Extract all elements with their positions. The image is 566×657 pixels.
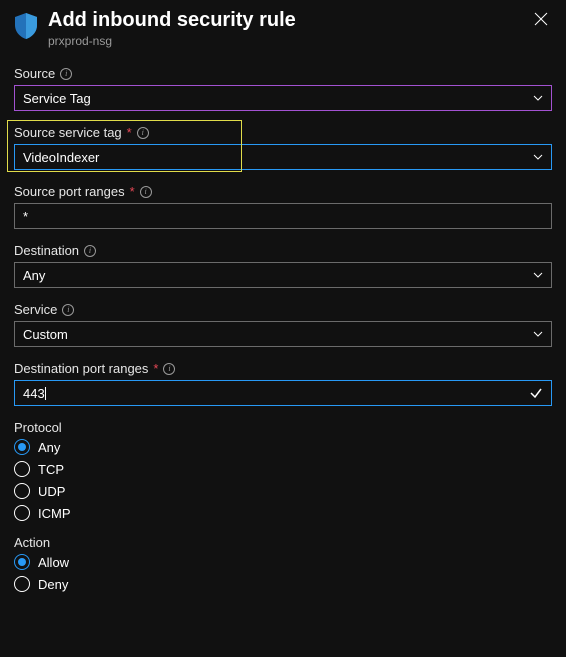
info-icon[interactable]: i <box>140 186 152 198</box>
label-service: Service <box>14 302 57 317</box>
chevron-down-icon <box>533 93 543 103</box>
source-ports-input[interactable]: * <box>14 203 552 229</box>
action-option-allow[interactable]: Allow <box>14 554 552 570</box>
source-ports-value: * <box>23 209 28 224</box>
radio-label: Any <box>38 440 60 455</box>
checkmark-icon <box>529 386 543 400</box>
radio-icon <box>14 505 30 521</box>
radio-label: UDP <box>38 484 65 499</box>
service-tag-select[interactable]: VideoIndexer <box>14 144 552 170</box>
close-button[interactable] <box>530 8 552 35</box>
radio-icon <box>14 576 30 592</box>
info-icon[interactable]: i <box>84 245 96 257</box>
label-destination: Destination <box>14 243 79 258</box>
info-icon[interactable]: i <box>62 304 74 316</box>
service-tag-value: VideoIndexer <box>23 150 99 165</box>
radio-icon <box>14 461 30 477</box>
source-value: Service Tag <box>23 91 91 106</box>
radio-label: Deny <box>38 577 68 592</box>
radio-icon <box>14 554 30 570</box>
label-protocol: Protocol <box>14 420 62 435</box>
protocol-option-udp[interactable]: UDP <box>14 483 552 499</box>
info-icon[interactable]: i <box>60 68 72 80</box>
info-icon[interactable]: i <box>137 127 149 139</box>
label-dest-ports: Destination port ranges <box>14 361 148 376</box>
dest-ports-input[interactable]: 443 <box>14 380 552 406</box>
radio-label: ICMP <box>38 506 71 521</box>
header: Add inbound security rule prxprod-nsg <box>14 8 552 48</box>
action-option-deny[interactable]: Deny <box>14 576 552 592</box>
required-asterisk: * <box>130 184 135 199</box>
action-radio-group: Allow Deny <box>14 554 552 592</box>
field-action: Action Allow Deny <box>14 535 552 592</box>
destination-value: Any <box>23 268 45 283</box>
protocol-option-any[interactable]: Any <box>14 439 552 455</box>
chevron-down-icon <box>533 152 543 162</box>
radio-icon <box>14 439 30 455</box>
label-source: Source <box>14 66 55 81</box>
required-asterisk: * <box>153 361 158 376</box>
field-destination: Destination i Any <box>14 243 552 288</box>
source-select[interactable]: Service Tag <box>14 85 552 111</box>
label-action: Action <box>14 535 50 550</box>
label-service-tag: Source service tag <box>14 125 122 140</box>
add-inbound-rule-panel: Add inbound security rule prxprod-nsg So… <box>0 0 566 614</box>
field-service-tag: Source service tag * i VideoIndexer <box>14 125 552 170</box>
field-protocol: Protocol Any TCP UDP ICMP <box>14 420 552 521</box>
protocol-radio-group: Any TCP UDP ICMP <box>14 439 552 521</box>
label-source-ports: Source port ranges <box>14 184 125 199</box>
service-select[interactable]: Custom <box>14 321 552 347</box>
chevron-down-icon <box>533 270 543 280</box>
destination-select[interactable]: Any <box>14 262 552 288</box>
protocol-option-icmp[interactable]: ICMP <box>14 505 552 521</box>
protocol-option-tcp[interactable]: TCP <box>14 461 552 477</box>
field-dest-ports: Destination port ranges * i 443 <box>14 361 552 406</box>
shield-icon <box>14 12 38 40</box>
radio-label: TCP <box>38 462 64 477</box>
dest-ports-value: 443 <box>23 386 46 401</box>
field-source: Source i Service Tag <box>14 66 552 111</box>
required-asterisk: * <box>127 125 132 140</box>
radio-icon <box>14 483 30 499</box>
radio-label: Allow <box>38 555 69 570</box>
field-service: Service i Custom <box>14 302 552 347</box>
panel-title: Add inbound security rule <box>48 8 520 32</box>
panel-subtitle: prxprod-nsg <box>48 34 520 48</box>
chevron-down-icon <box>533 329 543 339</box>
info-icon[interactable]: i <box>163 363 175 375</box>
service-value: Custom <box>23 327 68 342</box>
field-source-ports: Source port ranges * i * <box>14 184 552 229</box>
